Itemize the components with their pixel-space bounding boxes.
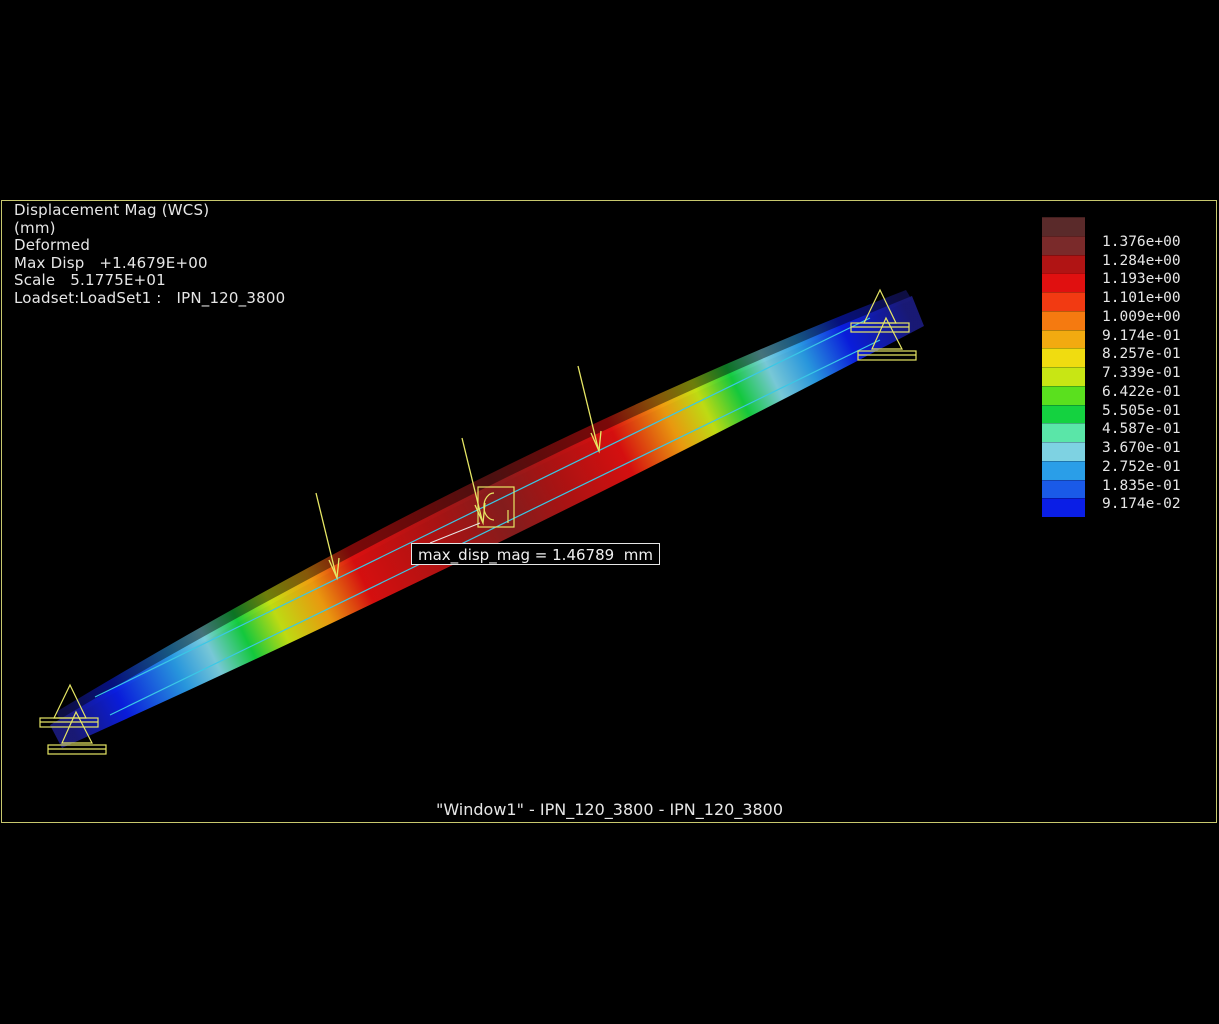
loadset-value: IPN_120_3800 <box>176 288 286 307</box>
max-disp-value: +1.4679E+00 <box>99 253 208 272</box>
legend-swatch <box>1042 292 1085 311</box>
legend-swatch <box>1042 329 1085 349</box>
legend-label: 1.835e-01 <box>1102 477 1181 494</box>
legend-swatch <box>1042 310 1085 330</box>
loadset-row: Loadset:LoadSet1 : IPN_120_3800 <box>14 288 286 308</box>
legend-swatch <box>1042 254 1085 274</box>
legend-swatch <box>1042 479 1085 499</box>
loadset-label: Loadset:LoadSet1 : <box>14 288 162 307</box>
max-disp-label: Max Disp <box>14 253 85 272</box>
legend-label: 8.257e-01 <box>1102 346 1181 363</box>
legend-label: 7.339e-01 <box>1102 365 1181 381</box>
legend-color-bar <box>1042 217 1085 517</box>
legend-swatch <box>1042 385 1085 405</box>
legend-swatch-top <box>1042 217 1085 236</box>
legend-label: 9.174e-02 <box>1102 496 1181 513</box>
legend-swatch <box>1042 442 1085 461</box>
legend-label: 1.376e+00 <box>1102 233 1181 250</box>
max-disp-row: Max Disp +1.4679E+00 <box>14 253 285 273</box>
legend-label: 1.101e+00 <box>1102 290 1181 306</box>
legend-label: 1.284e+00 <box>1102 252 1181 269</box>
legend-swatch <box>1042 273 1085 292</box>
result-display-mode: Deformed <box>14 236 91 254</box>
color-legend[interactable]: 1.376e+00 1.284e+00 1.193e+00 1.101e+00 1.00… <box>1040 217 1200 519</box>
legend-swatch <box>1042 498 1085 517</box>
legend-label: 1.009e+00 <box>1102 308 1181 325</box>
scale-value: 5.1775E+01 <box>70 271 166 289</box>
result-info-panel: Displacement Mag (WCS) (mm) Deformed Max… <box>14 201 286 308</box>
legend-swatch <box>1042 423 1085 442</box>
legend-label: 9.174e-01 <box>1102 327 1181 344</box>
model-scene[interactable] <box>0 0 1219 1024</box>
max-disp-callout[interactable]: max_disp_mag = 1.46789 mm <box>411 543 660 565</box>
legend-label: 5.505e-01 <box>1102 402 1181 419</box>
legend-swatch <box>1042 348 1085 367</box>
legend-label: 6.422e-01 <box>1102 383 1181 400</box>
legend-label: 4.587e-01 <box>1102 421 1181 438</box>
window-footer-title: "Window1" - IPN_120_3800 - IPN_120_3800 <box>435 800 784 819</box>
legend-label: 2.752e-01 <box>1102 458 1181 475</box>
undeformed-outline-top <box>94 317 871 698</box>
legend-swatch <box>1042 367 1085 386</box>
legend-label: 3.670e-01 <box>1102 440 1181 456</box>
legend-swatch <box>1042 235 1085 255</box>
scale-row: Scale 5.1775E+01 <box>14 271 285 290</box>
scale-label: Scale <box>14 271 56 289</box>
legend-label: 1.193e+00 <box>1102 271 1181 288</box>
legend-swatch <box>1042 460 1085 480</box>
legend-swatch <box>1042 404 1085 424</box>
result-units: (mm) <box>14 218 56 237</box>
result-quantity: Displacement Mag (WCS) <box>14 201 210 219</box>
